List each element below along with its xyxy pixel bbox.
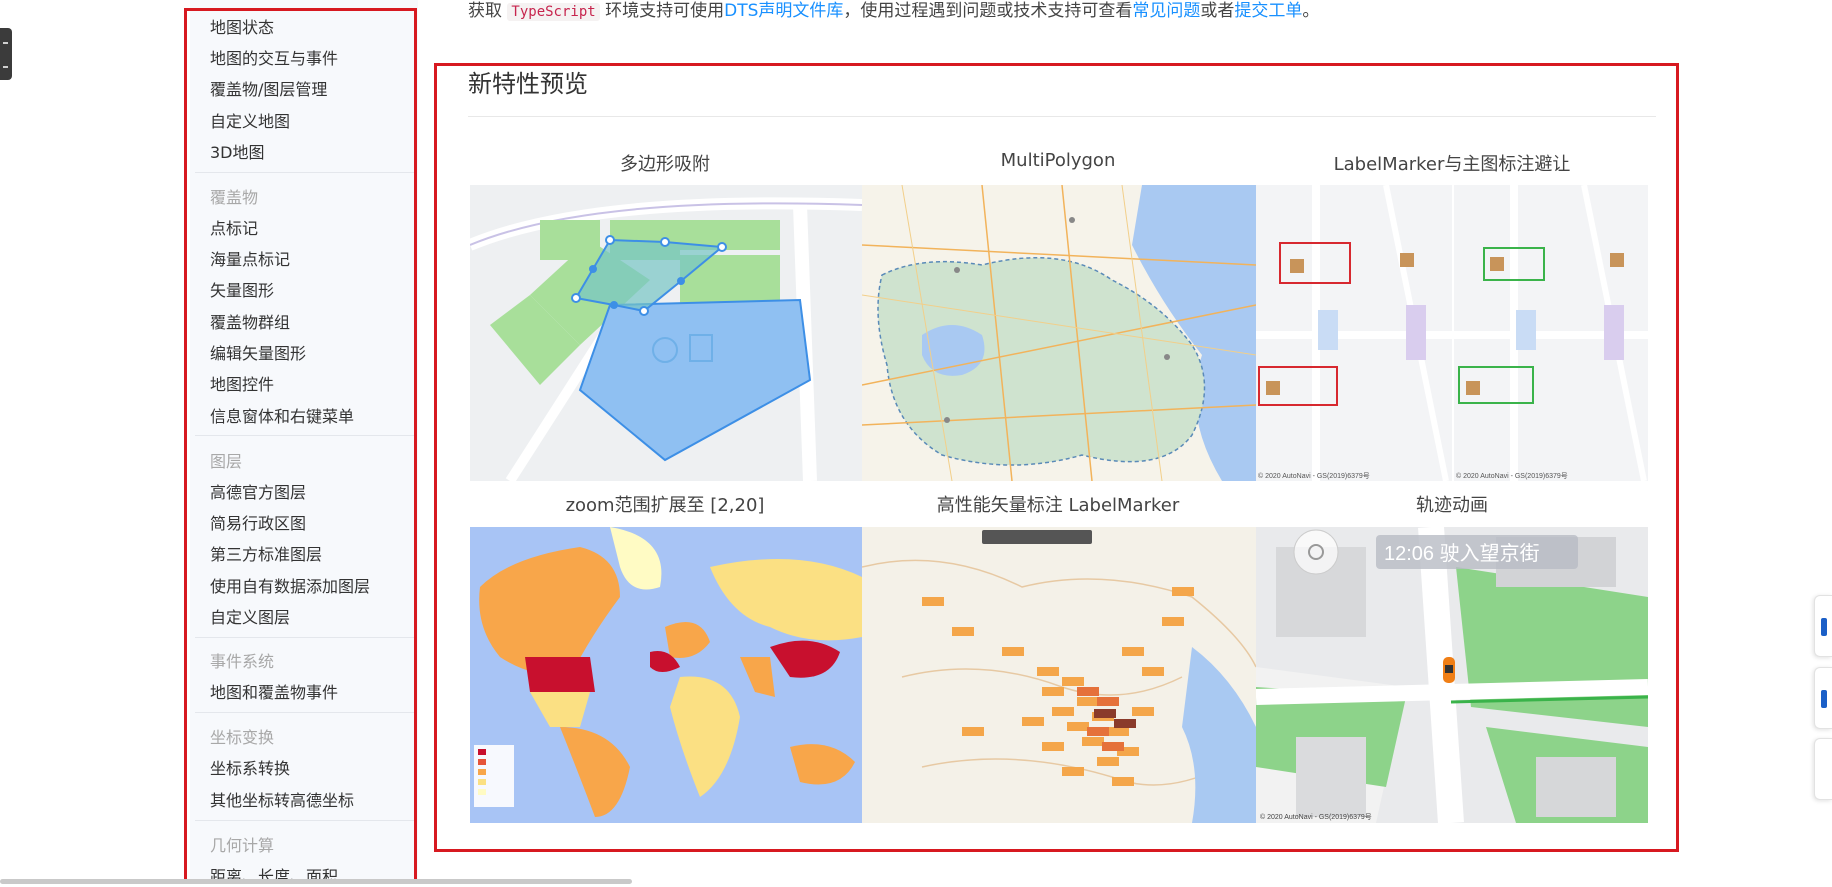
horizontal-scrollbar[interactable] <box>0 879 632 884</box>
sidebar-item[interactable]: 覆盖物/图层管理 <box>210 76 327 100</box>
sidebar-item[interactable]: 矢量图形 <box>210 277 274 301</box>
trajectory-animation-preview[interactable]: 12:06 驶入望京街 © 2020 AutoNavi - GS(2019)63… <box>1256 527 1648 823</box>
section-title: 新特性预览 <box>468 70 588 98</box>
sidebar-group-title: 图层 <box>210 452 243 471</box>
section-divider <box>468 116 1656 117</box>
feature-caption: 轨迹动画 <box>1416 495 1488 516</box>
map-attribution: © 2020 AutoNavi - GS(2019)6379号 <box>1260 813 1372 821</box>
feature-caption: MultiPolygon <box>1000 150 1116 171</box>
feature-caption: 多边形吸附 <box>620 154 710 175</box>
sidebar-item[interactable]: 信息窗体和右键菜单 <box>210 403 354 427</box>
sidebar-item[interactable]: 使用自有数据添加图层 <box>210 573 370 597</box>
faq-link[interactable]: 常见问题 <box>1132 1 1200 21</box>
sidebar-item[interactable]: 地图的交互与事件 <box>210 45 338 69</box>
sidebar-divider <box>195 435 415 436</box>
intro-suffix: 。 <box>1302 1 1320 21</box>
sidebar-divider <box>195 820 415 821</box>
zoom-range-preview[interactable] <box>470 527 862 823</box>
window-edge-handle[interactable] <box>0 28 12 80</box>
intro-mid: 环境支持可使用 <box>605 1 725 21</box>
sidebar-item[interactable]: 覆盖物群组 <box>210 309 290 333</box>
trajectory-nav-banner: 12:06 驶入望京街 <box>1384 542 1540 565</box>
world-choropleth-map <box>470 527 862 823</box>
sidebar-group-title: 覆盖物 <box>210 188 259 207</box>
dts-link[interactable]: DTS声明文件库 <box>724 1 843 21</box>
sidebar-item[interactable]: 3D地图 <box>210 139 265 163</box>
sidebar-item[interactable]: 海量点标记 <box>210 246 290 270</box>
intro-text: 获取 TypeScript 环境支持可使用DTS声明文件库，使用过程遇到问题或技… <box>468 0 1319 21</box>
sidebar-divider <box>195 637 415 638</box>
sidebar-item[interactable]: 编辑矢量图形 <box>210 340 306 364</box>
multipolygon-map <box>862 185 1256 481</box>
sidebar-item[interactable]: 地图和覆盖物事件 <box>210 679 338 703</box>
trajectory-map: 12:06 驶入望京街 © 2020 AutoNavi - GS(2019)63… <box>1256 527 1648 823</box>
sidebar-divider <box>195 712 415 713</box>
sidebar-item[interactable]: 自定义图层 <box>210 604 290 628</box>
feature-caption: zoom范围扩展至 [2,20] <box>565 495 765 516</box>
labelmarker-avoidance-preview[interactable]: © 2020 AutoNavi - GS(2019)6379号 © 2020 A… <box>1256 185 1648 481</box>
map-attribution: © 2020 AutoNavi - GS(2019)6379号 <box>1456 472 1568 480</box>
sidebar-item[interactable]: 点标记 <box>210 215 258 239</box>
feature-caption: LabelMarker与主图标注避让 <box>1333 154 1571 175</box>
polygon-snap-preview[interactable] <box>470 185 862 481</box>
sidebar-group-title: 坐标变换 <box>210 728 275 747</box>
sidebar-item[interactable]: 坐标系转换 <box>210 755 290 779</box>
sidebar-item[interactable]: 简易行政区图 <box>210 510 306 534</box>
polygon-snap-map <box>470 185 862 481</box>
sidebar-group-title: 几何计算 <box>210 836 275 855</box>
sidebar-item[interactable]: 第三方标准图层 <box>210 541 322 565</box>
sidebar-group-title: 事件系统 <box>210 652 275 671</box>
floating-feedback-tab[interactable] <box>1814 667 1832 729</box>
multipolygon-preview[interactable] <box>862 185 1256 481</box>
labelmarker-performance-preview[interactable] <box>862 527 1256 823</box>
sidebar-divider <box>195 172 415 173</box>
sidebar-item[interactable]: 地图控件 <box>210 371 274 395</box>
intro-mid2: ，使用过程遇到问题或技术支持可查看 <box>843 1 1133 21</box>
sidebar-item[interactable]: 自定义地图 <box>210 108 290 132</box>
floating-top-tab[interactable] <box>1814 738 1832 800</box>
map-attribution: © 2020 AutoNavi - GS(2019)6379号 <box>1258 472 1370 480</box>
sidebar-item[interactable]: 地图状态 <box>210 14 274 38</box>
sidebar-item[interactable]: 高德官方图层 <box>210 479 306 503</box>
sidebar-item[interactable]: 其他坐标转高德坐标 <box>210 787 354 811</box>
floating-help-tab[interactable] <box>1814 595 1832 657</box>
feature-caption: 高性能矢量标注 LabelMarker <box>936 495 1180 516</box>
labelmarker-map: © 2020 AutoNavi - GS(2019)6379号 © 2020 A… <box>1256 185 1648 481</box>
ticket-link[interactable]: 提交工单 <box>1234 1 1302 21</box>
code-snippet: TypeScript <box>507 3 600 21</box>
intro-prefix: 获取 <box>468 1 502 21</box>
sidebar <box>190 0 418 884</box>
labelmarker-china-map <box>862 527 1256 823</box>
intro-mid3: 或者 <box>1200 1 1235 21</box>
